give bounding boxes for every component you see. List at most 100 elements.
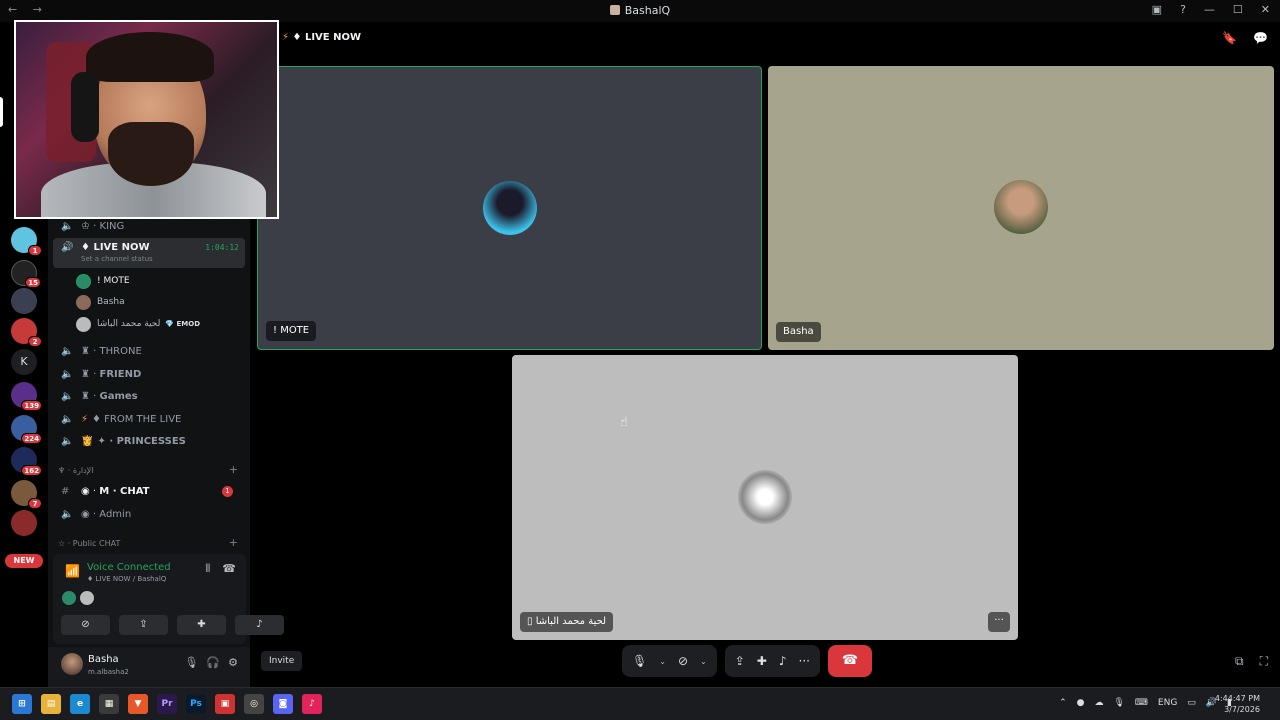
channel-status-prompt[interactable]: Set a channel status: [81, 255, 153, 263]
voice-location[interactable]: ♦ LIVE NOW / BashalQ: [87, 575, 166, 583]
close-button[interactable]: ✕: [1261, 3, 1270, 16]
signal-icon[interactable]: 📶: [65, 564, 80, 578]
camera-off-button[interactable]: ⊘: [61, 615, 110, 635]
text-channel-m-chat[interactable]: # ◉ · M · CHAT 1: [53, 480, 245, 502]
server-badge: 1: [28, 245, 42, 256]
server-icon-9[interactable]: [11, 510, 37, 536]
screen-share-button[interactable]: ⇪: [119, 615, 168, 635]
activities-button[interactable]: ✚: [177, 615, 226, 635]
help-icon[interactable]: ?: [1180, 3, 1186, 16]
windows-start-icon[interactable]: ⊞: [12, 694, 32, 714]
voice-user-lhya[interactable]: لحية محمد الباشا 💎 EMOD: [76, 315, 200, 333]
server-badge: 2: [28, 336, 42, 347]
server-icon-6[interactable]: 224: [11, 415, 42, 444]
store-icon[interactable]: ▦: [99, 694, 119, 714]
voice-user-basha[interactable]: Basha: [76, 293, 125, 311]
brave-icon[interactable]: ▼: [128, 694, 148, 714]
avatar: [994, 180, 1048, 234]
add-channel-icon[interactable]: +: [229, 463, 238, 476]
soundboard-button[interactable]: ♪: [235, 615, 284, 635]
add-channel-icon[interactable]: +: [229, 536, 238, 549]
voice-channel-games[interactable]: 🔈 ♜ · Games: [53, 385, 245, 407]
invite-button[interactable]: Invite: [261, 651, 303, 671]
minimize-button[interactable]: —: [1204, 3, 1215, 16]
gear-icon[interactable]: ⚙: [228, 656, 238, 669]
voice-user-mote[interactable]: ! MOTE: [76, 272, 130, 290]
server-badge: 224: [21, 433, 42, 444]
microphone-icon[interactable]: 🎙: [632, 654, 647, 668]
voice-channel-princesses[interactable]: 🔈 👸 ✦ · PRINCESSES: [53, 430, 245, 452]
channel-label: FRIEND: [99, 368, 142, 380]
screen-share-icon[interactable]: ⇪: [735, 654, 745, 668]
popout-icon[interactable]: ⧉: [1235, 654, 1244, 669]
disconnect-icon[interactable]: ☎: [222, 562, 236, 576]
server-icon-k[interactable]: K: [11, 349, 37, 375]
channel-prefix: ♜ ·: [81, 368, 97, 380]
server-icon-1[interactable]: 1: [11, 227, 42, 256]
premiere-icon[interactable]: Pr: [157, 694, 177, 714]
voice-channel-live-now[interactable]: 🔊 ♦ LIVE NOW 1:04:12 Set a channel status: [53, 238, 245, 268]
noise-suppression-icon[interactable]: ⦀: [205, 562, 210, 576]
server-icon-5[interactable]: 139: [11, 382, 42, 411]
microphone-icon[interactable]: 🎙: [1113, 698, 1124, 708]
end-call-button[interactable]: ☎: [827, 645, 872, 677]
network-icon[interactable]: ▭: [1187, 698, 1196, 708]
user-panel: Basha m.albasha2 🎙 🎧 ⚙: [48, 647, 250, 687]
clock[interactable]: 4:44:47 PM 3/7/2026: [1215, 693, 1260, 715]
headphones-icon[interactable]: 🎧: [206, 656, 220, 669]
steam-icon[interactable]: ◎: [244, 694, 264, 714]
inbox-icon[interactable]: ▣: [1152, 3, 1162, 16]
activity-group: ⇪ ✚ ♪ ···: [724, 645, 820, 677]
channel-label: Games: [99, 390, 138, 402]
photoshop-icon[interactable]: Ps: [186, 694, 206, 714]
app-icon[interactable]: ▣: [215, 694, 235, 714]
discord-icon[interactable]: ◙: [273, 694, 293, 714]
more-options-button[interactable]: ···: [988, 612, 1010, 632]
more-icon[interactable]: ···: [799, 654, 810, 668]
camera-off-icon[interactable]: ⊘: [678, 654, 688, 668]
server-icon-8[interactable]: 7: [11, 480, 42, 509]
tray-chevron-icon[interactable]: ⌃: [1059, 698, 1067, 708]
chevron-down-icon[interactable]: ⌄: [700, 657, 707, 666]
voice-channel-admin[interactable]: 🔈 ◉ · Admin: [53, 503, 245, 525]
voice-channel-from-the-live[interactable]: 🔈 ⚡ ♦ FROM THE LIVE: [53, 408, 245, 430]
chat-icon[interactable]: 💬: [1253, 31, 1268, 45]
file-explorer-icon[interactable]: ▤: [41, 694, 61, 714]
activities-icon[interactable]: ✚: [757, 654, 767, 668]
window-controls: ▣ ? — ☐ ✕: [1152, 3, 1270, 16]
fullscreen-icon[interactable]: ⛶: [1260, 654, 1268, 669]
voice-channel-friend[interactable]: 🔈 ♜ · FRIEND: [53, 363, 245, 385]
avatar[interactable]: [61, 653, 83, 675]
voice-user-name: لحية محمد الباشا: [97, 319, 161, 329]
microphone-icon[interactable]: 🎙: [184, 656, 198, 669]
chevron-down-icon[interactable]: ⌄: [659, 657, 666, 666]
server-icon-4[interactable]: 2: [11, 318, 42, 347]
cloud-icon[interactable]: ☁: [1094, 698, 1103, 708]
participant-tile-basha[interactable]: Basha: [768, 66, 1274, 350]
bookmark-icon[interactable]: 🔖: [1222, 31, 1237, 45]
language-indicator[interactable]: ENG: [1158, 698, 1177, 708]
server-icon-2[interactable]: 15: [11, 260, 41, 288]
tiktok-icon[interactable]: ♪: [302, 694, 322, 714]
new-servers-badge[interactable]: NEW: [5, 554, 43, 568]
voice-tools: ⦀ ☎: [205, 562, 236, 576]
voice-status[interactable]: Voice Connected: [87, 562, 171, 573]
nvidia-icon[interactable]: ●: [1077, 698, 1085, 708]
clock-date: 3/7/2026: [1224, 705, 1260, 714]
category-admin[interactable]: ♆ · الإدارة: [58, 466, 93, 475]
maximize-button[interactable]: ☐: [1233, 3, 1243, 16]
participant-tile-mote[interactable]: ! MOTE: [257, 66, 762, 350]
user-name: Basha: [88, 654, 119, 665]
mouse-cursor-icon: ☝: [620, 415, 628, 430]
soundboard-icon[interactable]: ♪: [779, 654, 787, 668]
category-public-chat[interactable]: ☆ · Public CHAT: [58, 539, 120, 548]
edge-icon[interactable]: e: [70, 694, 90, 714]
participant-label: Basha: [776, 322, 821, 342]
voice-channel-throne[interactable]: 🔈 ♜ · THRONE: [53, 340, 245, 362]
server-icon-7[interactable]: 162: [11, 447, 42, 476]
server-icon-3[interactable]: [11, 288, 37, 314]
webcam-beard: [108, 122, 194, 186]
keyboard-icon[interactable]: ⌨: [1135, 698, 1148, 708]
speaker-icon: 🔈: [61, 413, 74, 425]
participant-tile-lhya[interactable]: ▯ لحية محمد الباشا ···: [512, 355, 1018, 640]
